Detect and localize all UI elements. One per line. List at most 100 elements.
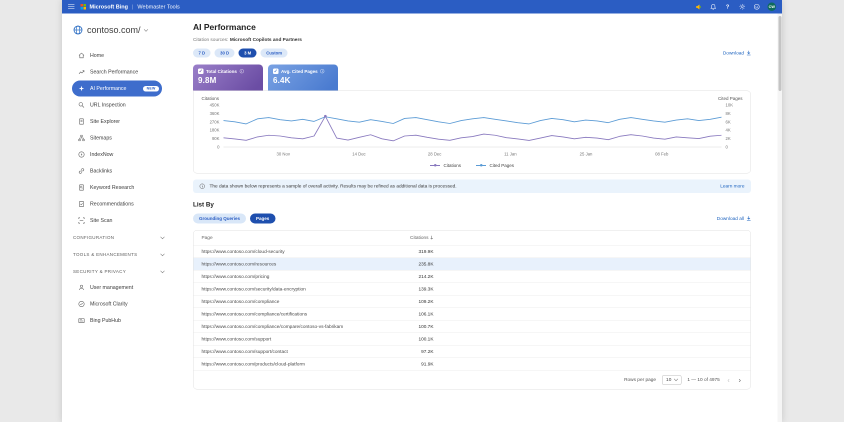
page-url[interactable]: https://www.contoso.com/pricing [194, 274, 270, 280]
chart-legend: Citations Cited Pages [201, 163, 744, 168]
page-url[interactable]: https://www.contoso.com/cloud-security [194, 249, 285, 255]
sidebar-item-indexnow[interactable]: IndexNow [72, 147, 162, 163]
scrollbar-thumb[interactable] [778, 16, 781, 91]
feedback-smiley-icon[interactable] [753, 3, 760, 10]
metric-label: Avg. Cited Pages [281, 69, 318, 74]
site-domain: contoso.com/ [87, 25, 141, 36]
app-window: Microsoft Bing | Webmaster Tools ? CW [62, 0, 782, 422]
table-row[interactable]: https://www.contoso.com/cloud-security31… [194, 245, 751, 258]
table-row[interactable]: https://www.contoso.com/pricing214.2K [194, 270, 751, 283]
legend-cited-pages[interactable]: Cited Pages [476, 163, 514, 168]
sidebar-item-backlinks[interactable]: Backlinks [72, 163, 162, 179]
chevron-down-icon [160, 252, 164, 256]
time-filter-custom[interactable]: Custom [261, 49, 288, 58]
table-row[interactable]: https://www.contoso.com/support100.1K [194, 333, 751, 346]
sidebar-item-label: Sitemaps [90, 135, 112, 141]
brand-name[interactable]: Microsoft Bing [90, 4, 129, 10]
sidebar-section-configuration[interactable]: CONFIGURATION [62, 230, 186, 246]
left-axis-title: Citations [202, 96, 220, 101]
table-row[interactable]: https://www.contoso.com/support/contact 9… [194, 345, 751, 358]
tab-grounding-queries[interactable]: Grounding Queries [193, 214, 246, 224]
svg-text:30 Nov: 30 Nov [277, 152, 291, 157]
checkbox-checked-icon[interactable]: ✓ [198, 69, 204, 75]
metric-card-total-citations[interactable]: ✓ Total Citations 9.8M [193, 65, 263, 91]
citations-value: 106.1K [359, 311, 434, 317]
topbar-actions: ? CW [695, 3, 776, 12]
download-arrow-icon [747, 216, 752, 221]
table-row[interactable]: https://www.contoso.com/compliance/certi… [194, 308, 751, 321]
info-icon [320, 69, 325, 74]
product-name[interactable]: Webmaster Tools [137, 4, 179, 10]
learn-more-link[interactable]: Learn more [720, 184, 744, 190]
table-row[interactable]: https://www.contoso.com/compliance109.2K [194, 295, 751, 308]
download-button[interactable]: Download [723, 50, 751, 56]
rows-per-page-select[interactable]: 10 [662, 375, 681, 385]
table-row[interactable]: https://www.contoso.com/compliance/compa… [194, 320, 751, 333]
section-label: SECURITY & PRIVACY [73, 269, 126, 274]
citations-value: 97.2K [359, 349, 434, 355]
sidebar-item-ai-performance[interactable]: AI Performance NEW [72, 81, 162, 97]
sidebar-item-user-management[interactable]: User management [72, 280, 162, 296]
metric-label: Total Citations [206, 69, 237, 74]
column-header-page[interactable]: Page [194, 235, 213, 241]
info-icon [200, 184, 206, 190]
sidebar-item-keyword-research[interactable]: Keyword Research [72, 180, 162, 196]
table-row[interactable]: https://www.contoso.com/products/cloud-p… [194, 358, 751, 371]
time-filter-30d[interactable]: 30 D [215, 49, 235, 58]
legend-label: Cited Pages [489, 163, 514, 168]
svg-text:360K: 360K [210, 111, 220, 116]
document-magnifier-icon [78, 184, 85, 191]
site-selector[interactable]: contoso.com/ [62, 22, 186, 39]
sidebar-item-recommendations[interactable]: Recommendations [72, 196, 162, 212]
sidebar-item-site-explorer[interactable]: Site Explorer [72, 114, 162, 130]
sidebar-item-bing-pubhub[interactable]: Bing PubHub [72, 313, 162, 329]
sidebar-item-label: Recommendations [90, 201, 134, 207]
page-url[interactable]: https://www.contoso.com/support [194, 336, 272, 342]
download-all-button[interactable]: Download all [717, 216, 751, 222]
sidebar-item-label: Site Explorer [90, 119, 120, 125]
time-filter-3m[interactable]: 3 M [239, 49, 257, 58]
notifications-bell-icon[interactable] [710, 3, 717, 10]
hamburger-menu-icon[interactable] [68, 4, 75, 9]
page-url[interactable]: https://www.contoso.com/support/contact [194, 349, 288, 355]
topbar: Microsoft Bing | Webmaster Tools ? CW [62, 0, 782, 14]
svg-text:0: 0 [217, 145, 220, 150]
svg-text:2K: 2K [726, 136, 731, 141]
checkbox-checked-icon[interactable]: ✓ [273, 69, 279, 75]
sidebar-section-security-privacy[interactable]: SECURITY & PRIVACY [62, 264, 186, 280]
column-header-citations[interactable]: Citations [359, 235, 434, 241]
legend-line-marker [430, 165, 440, 166]
sidebar-item-label: URL Inspection [90, 102, 126, 108]
sidebar-item-home[interactable]: Home [72, 48, 162, 64]
sidebar-item-sitemaps[interactable]: Sitemaps [72, 130, 162, 146]
page-url[interactable]: https://www.contoso.com/resources [194, 261, 277, 267]
download-arrow-icon [747, 51, 752, 56]
time-filter-7d[interactable]: 7 D [193, 49, 211, 58]
legend-citations[interactable]: Citations [430, 163, 461, 168]
vertical-scrollbar[interactable] [778, 14, 783, 422]
whats-new-megaphone-icon[interactable] [695, 3, 702, 10]
page-url[interactable]: https://www.contoso.com/compliance/compa… [194, 324, 344, 330]
sidebar-item-url-inspection[interactable]: URL Inspection [72, 97, 162, 113]
sidebar-item-label: Site Scan [90, 218, 112, 224]
previous-page-button[interactable]: ‹ [726, 376, 731, 384]
page-url[interactable]: https://www.contoso.com/compliance/certi… [194, 311, 308, 317]
user-avatar[interactable]: CW [768, 3, 777, 12]
newspaper-icon [78, 317, 85, 324]
page-url[interactable]: https://www.contoso.com/products/cloud-p… [194, 361, 305, 367]
page-url[interactable]: https://www.contoso.com/compliance [194, 299, 280, 305]
sidebar-section-tools-enhancements[interactable]: TOOLS & ENHANCEMENTS [62, 247, 186, 263]
next-page-button[interactable]: › [737, 376, 742, 384]
page-url[interactable]: https://www.contoso.com/security/data-en… [194, 286, 306, 292]
metric-card-avg-cited-pages[interactable]: ✓ Avg. Cited Pages 6.4K [268, 65, 338, 91]
sidebar-item-site-scan[interactable]: Site Scan [72, 213, 162, 229]
sidebar-item-search-performance[interactable]: Search Performance [72, 64, 162, 80]
tab-pages[interactable]: Pages [250, 214, 275, 224]
magnifier-icon [78, 102, 85, 109]
table-row-highlighted[interactable]: https://www.contoso.com/resources235.8K [194, 258, 751, 271]
sidebar-item-microsoft-clarity[interactable]: Microsoft Clarity [72, 296, 162, 312]
table-row[interactable]: https://www.contoso.com/security/data-en… [194, 283, 751, 296]
settings-gear-icon[interactable] [739, 3, 746, 10]
help-icon[interactable]: ? [724, 3, 731, 10]
main-content: AI Performance Citation sources:Microsof… [186, 14, 782, 422]
